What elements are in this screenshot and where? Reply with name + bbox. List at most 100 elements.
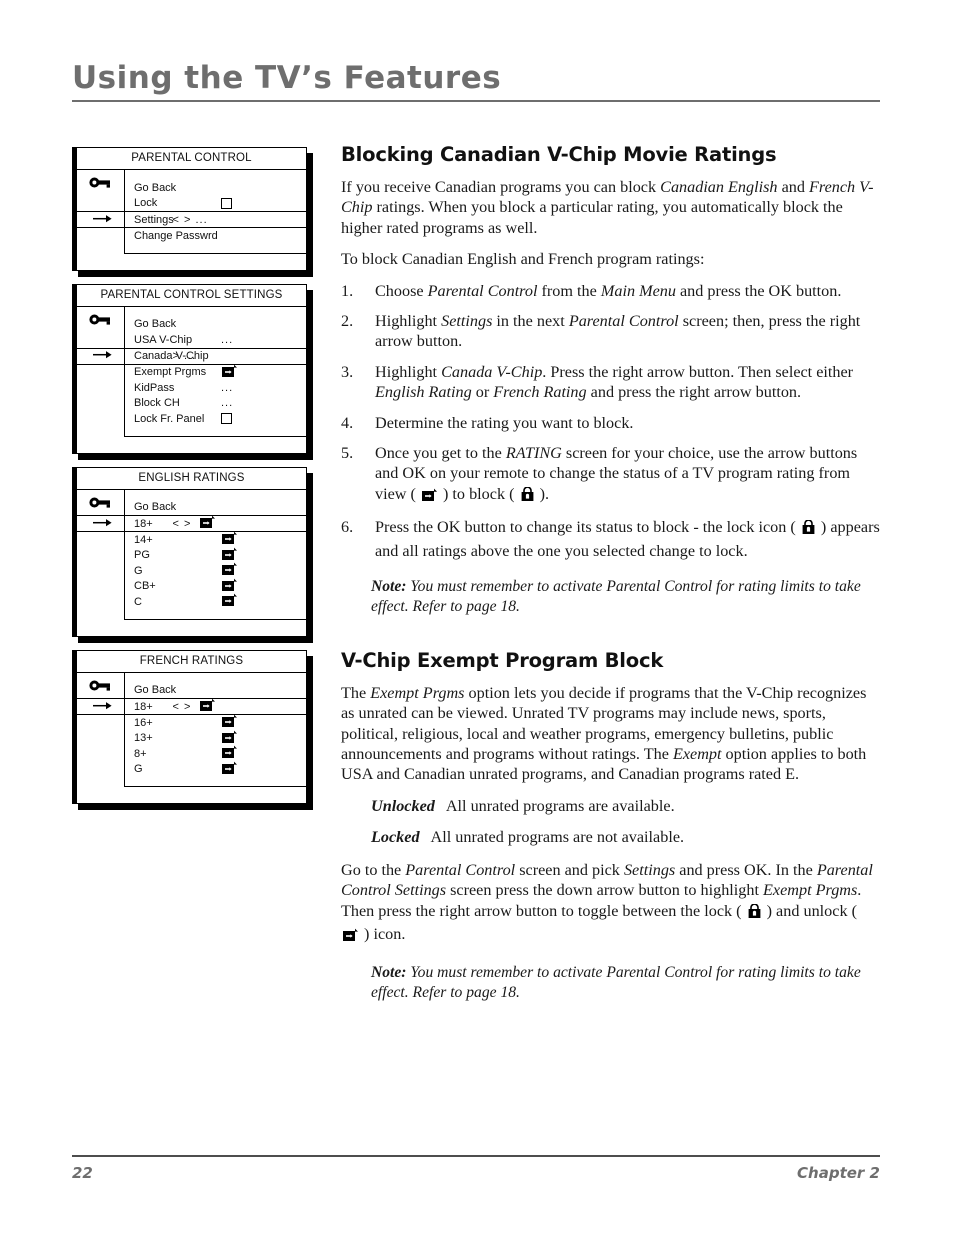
tv-menu-item[interactable]: Block CH... bbox=[125, 396, 306, 412]
tv-menu-item-label: 8+ bbox=[134, 747, 147, 760]
view-unlock-icon[interactable] bbox=[221, 562, 238, 579]
emphasis-parental-control: Parental Control bbox=[427, 281, 538, 300]
tv-menu-item-label: Change Passwrd bbox=[134, 229, 218, 242]
tv-menu-item-value bbox=[221, 578, 238, 595]
text-fragment: or bbox=[471, 383, 494, 402]
tv-menu-item[interactable]: Canada V-Chip > ... bbox=[76, 347, 306, 365]
text-fragment: and press the OK button. bbox=[675, 281, 842, 300]
tv-menu-item-label: G bbox=[134, 564, 143, 577]
tv-menu-item-label: G bbox=[134, 763, 143, 776]
tv-menu-item[interactable]: USA V-Chip... bbox=[125, 332, 306, 348]
note-text: You must remember to activate Parental C… bbox=[371, 964, 861, 1002]
view-unlock-icon bbox=[342, 927, 359, 947]
text-fragment: Determine the rating you want to block. bbox=[375, 413, 634, 432]
text-fragment: ) icon. bbox=[360, 925, 406, 944]
panel-shadow bbox=[307, 289, 313, 460]
note-label: Note: bbox=[371, 578, 407, 596]
tv-menu-item-label: 18+ bbox=[134, 700, 153, 713]
view-unlock-icon[interactable] bbox=[221, 730, 238, 747]
panel-shadow bbox=[78, 636, 313, 643]
tv-menu-item[interactable]: Settings < > ... bbox=[76, 211, 306, 228]
tv-menu-item[interactable]: CB+ bbox=[125, 578, 306, 595]
panel-shadow bbox=[307, 655, 313, 810]
view-unlock-icon[interactable] bbox=[221, 761, 238, 778]
tv-menu-item[interactable]: Go Back bbox=[125, 500, 306, 516]
right-arrow-cursor-icon bbox=[92, 350, 113, 363]
step-number: 6. bbox=[341, 518, 354, 537]
tv-menu-item[interactable]: 8+ bbox=[125, 745, 306, 762]
definition-list-exempt-states: Unlocked All unrated programs are availab… bbox=[341, 796, 880, 848]
step-item-3: 3. Highlight Canada V-Chip. Press the rig… bbox=[341, 362, 880, 403]
right-arrow-cursor-icon bbox=[92, 213, 113, 226]
tv-menu-item-label: 13+ bbox=[134, 732, 153, 745]
panel-shadow bbox=[78, 804, 313, 810]
text-fragment: ratings. When you block a particular rat… bbox=[341, 198, 843, 237]
lock-icon bbox=[520, 486, 535, 507]
tv-menu-item[interactable]: 13+ bbox=[125, 730, 306, 747]
tv-menu-item[interactable]: 18+ < > bbox=[76, 515, 306, 532]
key-icon bbox=[89, 496, 111, 514]
checkbox-icon[interactable] bbox=[221, 413, 232, 425]
tv-menu-item-value-text: ... bbox=[221, 381, 234, 394]
text-fragment: ). bbox=[535, 484, 550, 503]
view-unlock-icon[interactable] bbox=[221, 714, 238, 731]
right-arrow-cursor-icon bbox=[92, 700, 113, 713]
key-icon bbox=[89, 679, 111, 697]
view-unlock-icon[interactable] bbox=[221, 364, 238, 381]
text-fragment: If you receive Canadian programs you can… bbox=[341, 178, 661, 196]
view-unlock-icon[interactable] bbox=[221, 593, 238, 610]
tv-menu-item[interactable]: Change Passwrd bbox=[125, 228, 306, 244]
tv-menu-item-list: Go Back 18+ < > 16+ 13+ 8+ G bbox=[76, 672, 306, 787]
tv-menu-item[interactable]: G bbox=[125, 562, 306, 579]
view-unlock-icon[interactable] bbox=[199, 698, 216, 715]
tv-menu-item[interactable]: Lock bbox=[125, 196, 306, 212]
tv-menu-panel: FRENCH RATINGS Go Back 18+ < > 16+ 13+ 8+ G bbox=[72, 649, 313, 810]
steps-list-blocking: 1. Choose Parental Control from the Main … bbox=[341, 281, 880, 561]
tv-menu-item[interactable]: 14+ bbox=[125, 531, 306, 548]
article-content: Blocking Canadian V-Chip Movie Ratings I… bbox=[341, 143, 880, 1003]
view-unlock-icon[interactable] bbox=[221, 745, 238, 762]
step-number: 1. bbox=[341, 281, 354, 300]
tv-menu-item-label: 14+ bbox=[134, 533, 153, 546]
tv-menu-item[interactable]: G bbox=[125, 761, 306, 778]
tv-menu-spacer bbox=[125, 427, 306, 436]
emphasis-rating: RATING bbox=[505, 444, 562, 463]
chapter-label: Chapter 2 bbox=[797, 1164, 880, 1182]
tv-menu-item[interactable]: Go Back bbox=[125, 683, 306, 699]
tv-menu-item-label: KidPass bbox=[134, 381, 175, 394]
tv-menu-item-label: Lock Fr. Panel bbox=[134, 412, 205, 425]
step-number: 4. bbox=[341, 413, 354, 432]
tv-menu-item[interactable]: 18+ < > bbox=[76, 698, 306, 715]
view-unlock-icon[interactable] bbox=[221, 578, 238, 595]
tv-menu-item[interactable]: PG bbox=[125, 547, 306, 564]
page-title-text: Using the TV’s Features bbox=[72, 60, 502, 96]
tv-menu-item[interactable]: Lock Fr. Panel bbox=[125, 411, 306, 427]
tv-menu-item-label: CB+ bbox=[134, 580, 156, 593]
note-section2: Note: You must remember to activate Pare… bbox=[371, 963, 880, 1003]
tv-menu-illustrations: PARENTAL CONTROL Go Back Lock Settings < > .… bbox=[72, 147, 313, 817]
view-unlock-icon[interactable] bbox=[221, 531, 238, 548]
tv-menu-item-label: C bbox=[134, 595, 142, 608]
tv-menu-item[interactable]: KidPass... bbox=[125, 380, 306, 396]
tv-menu-item-value: < > bbox=[173, 515, 217, 532]
tv-menu-item[interactable]: Exempt Prgms bbox=[125, 364, 306, 381]
tv-menu-item[interactable]: Go Back bbox=[125, 180, 306, 196]
tv-menu-title: FRENCH RATINGS bbox=[77, 651, 306, 673]
tv-menu-item-value-text: < > bbox=[172, 517, 192, 530]
note-text: You must remember to activate Parental C… bbox=[371, 578, 861, 615]
page-title-rule bbox=[72, 99, 880, 102]
tv-menu-item[interactable]: C bbox=[125, 593, 306, 610]
tv-menu-title: PARENTAL CONTROL bbox=[77, 148, 306, 170]
checkbox-icon[interactable] bbox=[221, 197, 232, 209]
tv-menu-item-label: Canada V-Chip bbox=[134, 350, 209, 362]
tv-menu-item-label: Go Back bbox=[134, 501, 177, 514]
panel-shadow bbox=[307, 472, 313, 643]
tv-menu-item[interactable]: 16+ bbox=[125, 714, 306, 731]
tv-menu-item[interactable]: Go Back bbox=[125, 317, 306, 333]
key-icon bbox=[89, 176, 111, 194]
emphasis-parental-control: Parental Control bbox=[568, 312, 679, 331]
view-unlock-icon[interactable] bbox=[199, 515, 216, 532]
tv-menu-item-value bbox=[221, 761, 238, 778]
view-unlock-icon[interactable] bbox=[221, 547, 238, 564]
page-footer: 22 Chapter 2 bbox=[72, 1155, 880, 1182]
